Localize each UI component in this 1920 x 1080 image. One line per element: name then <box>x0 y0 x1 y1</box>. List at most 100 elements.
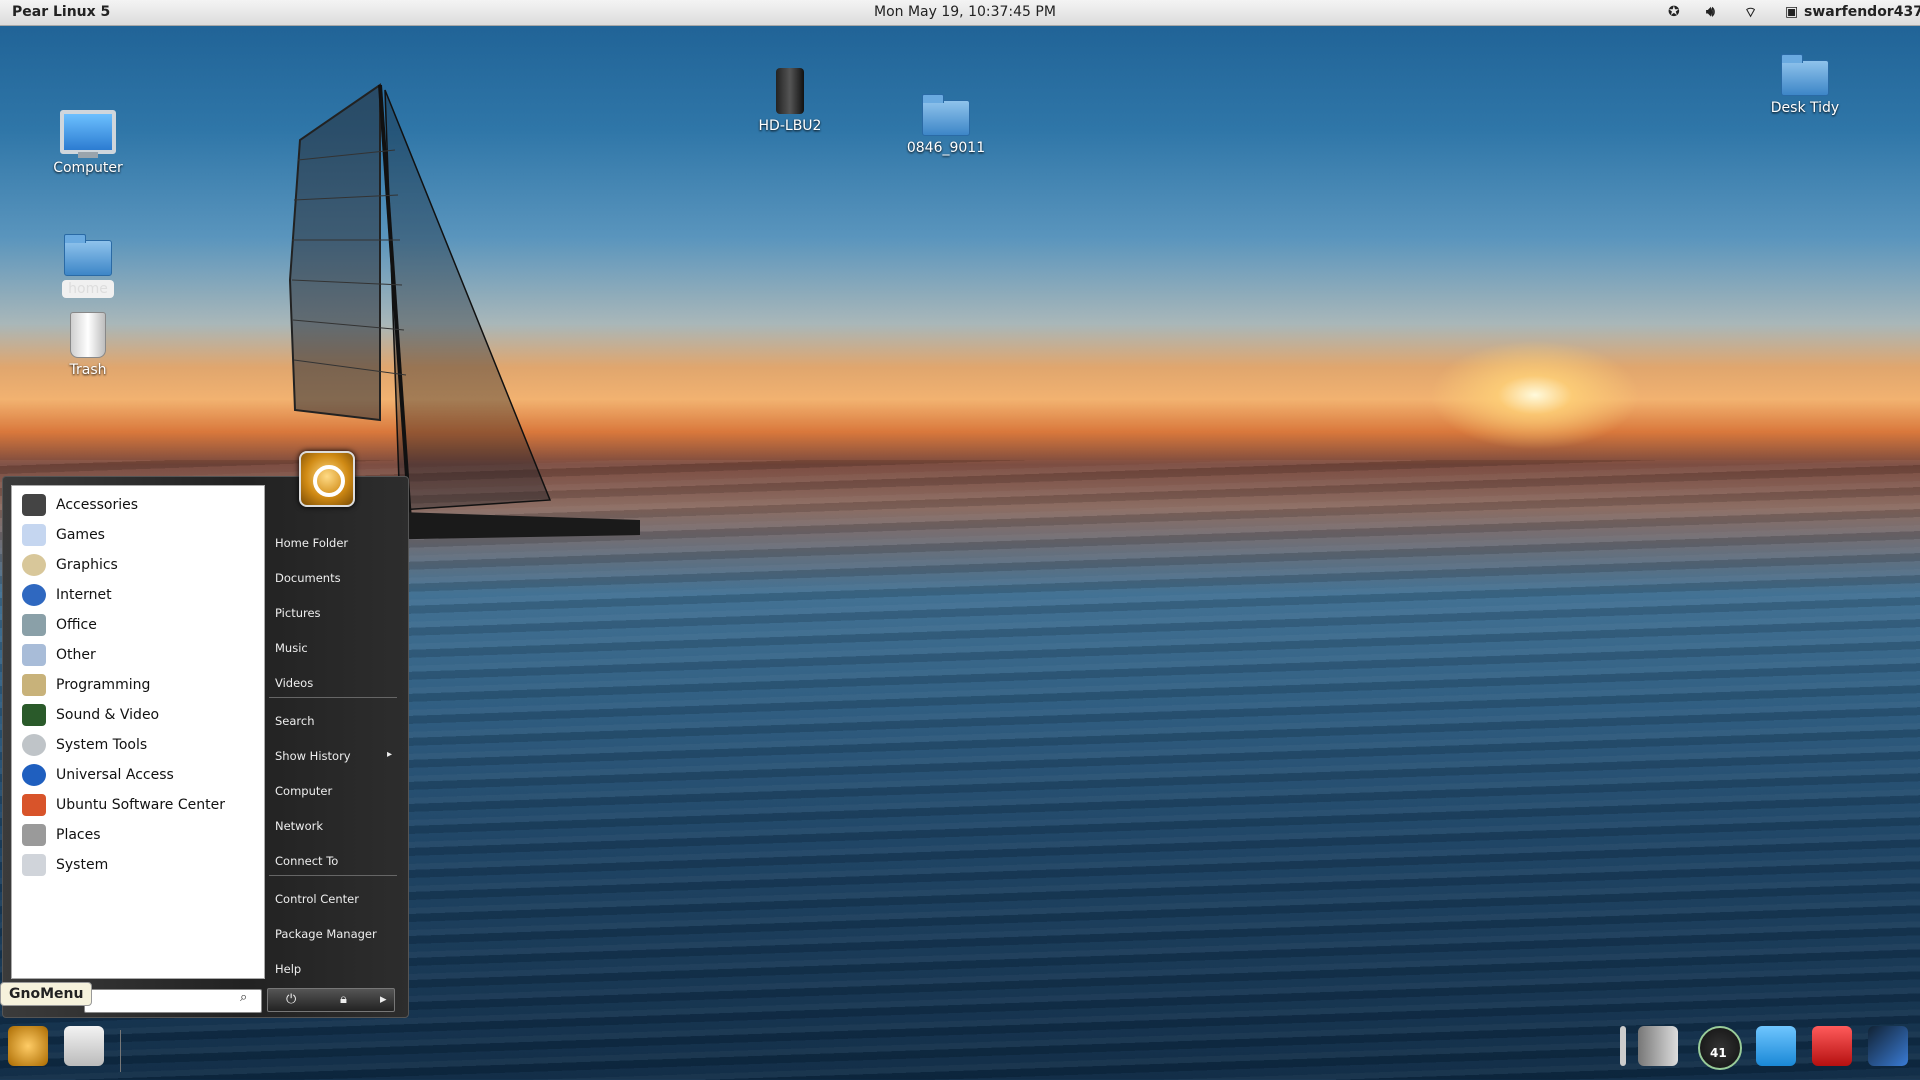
clock[interactable]: Mon May 19, 10:37:45 PM <box>874 4 1056 20</box>
category-label: Other <box>56 647 96 663</box>
universal-access-icon <box>22 764 46 786</box>
category-label: Ubuntu Software Center <box>56 797 225 813</box>
places-icon <box>22 824 46 846</box>
accessibility-icon[interactable]: ✪ <box>1668 4 1680 20</box>
session-buttons: ⏻ 🔒︎ ▸ <box>267 988 395 1012</box>
desktop-icon-home[interactable]: home <box>33 234 143 298</box>
desktop-icon-folder-0846[interactable]: 0846_9011 <box>891 94 1001 156</box>
folder-icon <box>922 94 970 136</box>
folder-icon <box>1781 54 1829 96</box>
place-connect-to[interactable]: Connect To <box>275 854 338 868</box>
desktop-icon-computer[interactable]: Computer <box>33 110 143 176</box>
category-label: Internet <box>56 587 112 603</box>
category-label: System <box>56 857 109 873</box>
place-pictures[interactable]: Pictures <box>275 606 321 620</box>
monitor-value: 41 <box>1710 1046 1727 1060</box>
level-bar-icon <box>1620 1026 1626 1066</box>
office-icon <box>22 614 46 636</box>
desktop-icon-label: Computer <box>53 160 123 176</box>
category-graphics[interactable]: Graphics <box>14 552 260 580</box>
desktop-icon-desk-tidy[interactable]: Desk Tidy <box>1750 54 1860 116</box>
category-label: Programming <box>56 677 151 693</box>
place-computer[interactable]: Computer <box>275 784 332 798</box>
category-system-tools[interactable]: System Tools <box>14 732 260 760</box>
shutdown-icon[interactable] <box>1812 1026 1852 1066</box>
category-label: Office <box>56 617 97 633</box>
distro-label[interactable]: Pear Linux 5 <box>12 4 110 20</box>
category-label: Places <box>56 827 101 843</box>
gnome-foot-menu-icon[interactable] <box>8 1026 48 1066</box>
globe-icon <box>22 584 46 606</box>
place-show-history[interactable]: Show History <box>275 749 351 763</box>
category-label: System Tools <box>56 737 148 753</box>
category-places[interactable]: Places <box>14 822 260 850</box>
user-icon[interactable]: ▣ <box>1785 4 1798 20</box>
system-tools-icon <box>22 734 46 756</box>
download-icon[interactable] <box>1756 1026 1796 1066</box>
drive-icon <box>776 68 804 114</box>
category-programming[interactable]: Programming <box>14 672 260 700</box>
menu-separator <box>269 875 397 876</box>
place-control-center[interactable]: Control Center <box>275 892 359 906</box>
category-software-center[interactable]: Ubuntu Software Center <box>14 792 260 820</box>
category-list: Accessories Games Graphics Internet Offi… <box>11 485 265 979</box>
place-music[interactable]: Music <box>275 641 308 655</box>
other-icon <box>22 644 46 666</box>
user-menu[interactable]: swarfendor437 <box>1804 4 1920 20</box>
desktop-icon-label: Trash <box>69 362 107 378</box>
place-documents[interactable]: Documents <box>275 571 341 585</box>
lock-icon[interactable]: 🔒︎ <box>340 992 347 1007</box>
graphics-icon <box>22 554 46 576</box>
category-label: Games <box>56 527 105 543</box>
menu-search-input[interactable] <box>84 989 262 1013</box>
desktop-icon-label: home <box>62 280 114 298</box>
place-search[interactable]: Search <box>275 714 315 728</box>
power-icon[interactable]: ⏻ <box>286 992 296 1007</box>
place-package-manager[interactable]: Package Manager <box>275 927 377 941</box>
volume-icon[interactable]: 🔊︎ <box>1706 4 1715 20</box>
speaker-icon[interactable] <box>1638 1026 1678 1066</box>
network-icon[interactable]: ⌔ <box>1744 4 1757 22</box>
place-home-folder[interactable]: Home Folder <box>275 536 348 550</box>
panel-separator <box>120 1030 121 1072</box>
place-network[interactable]: Network <box>275 819 323 833</box>
programming-icon <box>22 674 46 696</box>
category-universal-access[interactable]: Universal Access <box>14 762 260 790</box>
games-icon <box>22 524 46 546</box>
gnomenu-panel: Accessories Games Graphics Internet Offi… <box>2 476 409 1018</box>
category-label: Graphics <box>56 557 118 573</box>
desktop-icon-label: 0846_9011 <box>906 140 986 156</box>
software-center-icon <box>22 794 46 816</box>
category-office[interactable]: Office <box>14 612 260 640</box>
category-sound-video[interactable]: Sound & Video <box>14 702 260 730</box>
category-other[interactable]: Other <box>14 642 260 670</box>
desktop-icon-label: Desk Tidy <box>1770 100 1840 116</box>
category-internet[interactable]: Internet <box>14 582 260 610</box>
session-arrow-icon[interactable]: ▸ <box>380 992 387 1007</box>
desktop-icon-trash[interactable]: Trash <box>33 312 143 378</box>
place-videos[interactable]: Videos <box>275 676 313 690</box>
system-icon <box>22 854 46 876</box>
home-folder-icon <box>64 234 112 276</box>
desktop-icon-label: HD-LBU2 <box>758 118 822 134</box>
system-monitor-icon[interactable]: 41 <box>1698 1026 1742 1070</box>
submenu-arrow-icon: ▸ <box>387 749 393 760</box>
gnomenu-logo-icon <box>299 451 355 507</box>
menu-separator <box>269 697 397 698</box>
category-label: Universal Access <box>56 767 174 783</box>
sun-glow <box>1430 340 1640 450</box>
accessories-icon <box>22 494 46 516</box>
desktop-icon-hd-lbu2[interactable]: HD-LBU2 <box>735 68 845 134</box>
top-panel: Pear Linux 5 Mon May 19, 10:37:45 PM ✪ 🔊… <box>0 0 1920 26</box>
search-icon[interactable]: ⌕ <box>240 990 247 1005</box>
computer-icon <box>60 110 116 158</box>
place-help[interactable]: Help <box>275 962 301 976</box>
category-system[interactable]: System <box>14 852 260 880</box>
category-accessories[interactable]: Accessories <box>14 492 260 520</box>
show-desktop-icon[interactable] <box>1868 1026 1908 1066</box>
bottom-panel <box>0 1020 1920 1080</box>
gnomenu-button[interactable]: GnoMenu <box>0 982 93 1006</box>
sound-video-icon <box>22 704 46 726</box>
category-games[interactable]: Games <box>14 522 260 550</box>
mail-icon[interactable] <box>64 1026 104 1066</box>
